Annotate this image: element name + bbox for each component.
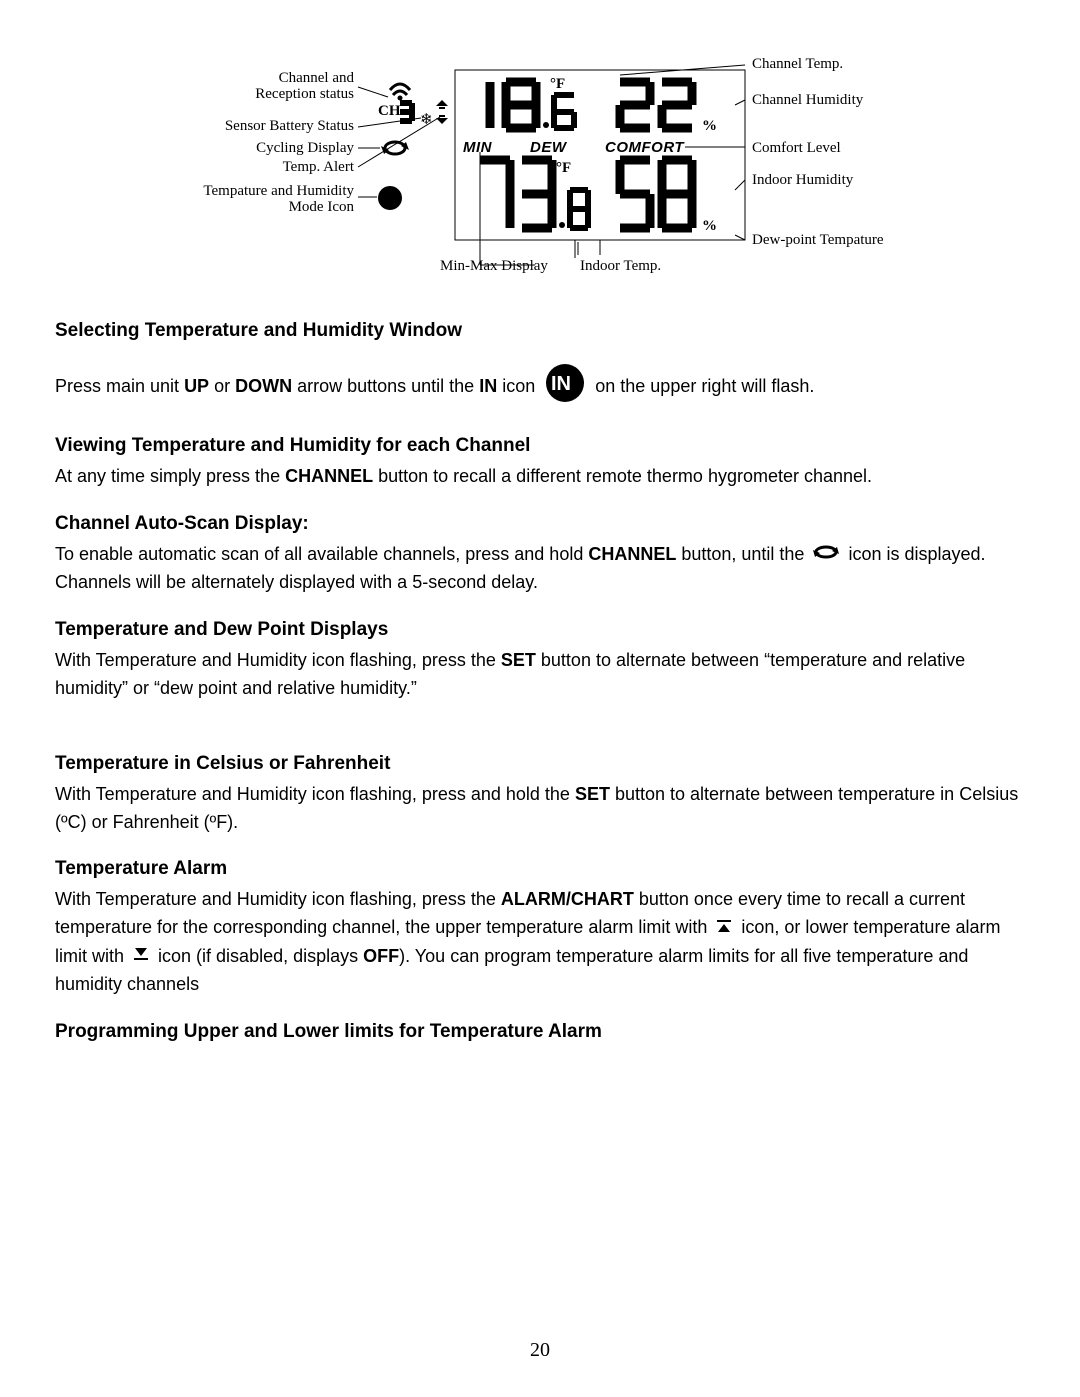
section-programming: Programming Upper and Lower limits for T… bbox=[55, 1021, 1025, 1043]
text: or bbox=[209, 376, 235, 396]
in-icon: IN bbox=[544, 362, 586, 413]
callout-temp-alert: Temp. Alert bbox=[283, 159, 355, 175]
callout-minmax: Min-Max Display bbox=[440, 258, 548, 274]
text: button to recall a different remote ther… bbox=[373, 466, 872, 486]
svg-text:IN: IN bbox=[382, 191, 399, 207]
svg-text:CH: CH bbox=[378, 103, 401, 119]
text: button, until the bbox=[676, 544, 809, 564]
lcd-layout-diagram: °F % CH ❄︎ bbox=[55, 40, 1025, 280]
section-viewing: Viewing Temperature and Humidity for eac… bbox=[55, 435, 1025, 491]
callout-channel-reception-2: Reception status bbox=[255, 86, 354, 102]
para-viewing: At any time simply press the CHANNEL but… bbox=[55, 463, 1025, 491]
section-tempalarm: Temperature Alarm With Temperature and H… bbox=[55, 858, 1025, 998]
svg-text:%: % bbox=[702, 218, 717, 234]
text: With Temperature and Humidity icon flash… bbox=[55, 889, 501, 909]
text: icon bbox=[497, 376, 540, 396]
callout-indoor-humidity: Indoor Humidity bbox=[752, 172, 854, 188]
lcd-dew-label: DEW bbox=[530, 139, 568, 156]
section-selecting: Selecting Temperature and Humidity Windo… bbox=[55, 320, 1025, 413]
text: At any time simply press the bbox=[55, 466, 285, 486]
text: arrow buttons until the bbox=[292, 376, 479, 396]
bold-down: DOWN bbox=[235, 376, 292, 396]
page-number: 20 bbox=[0, 1339, 1080, 1362]
svg-text:%: % bbox=[702, 118, 717, 134]
section-autoscan: Channel Auto-Scan Display: To enable aut… bbox=[55, 513, 1025, 597]
lcd-degF-2: °F bbox=[556, 160, 571, 176]
heading-tempalarm: Temperature Alarm bbox=[55, 858, 1025, 880]
cycle-icon bbox=[813, 541, 839, 569]
svg-text:IN: IN bbox=[551, 373, 571, 395]
upper-limit-up-icon bbox=[716, 915, 732, 943]
callout-mode-icon-2: Mode Icon bbox=[289, 199, 355, 215]
bold-set: SET bbox=[501, 650, 536, 670]
bold-channel: CHANNEL bbox=[588, 544, 676, 564]
para-tempalarm: With Temperature and Humidity icon flash… bbox=[55, 886, 1025, 998]
text: Press main unit bbox=[55, 376, 184, 396]
section-dewpoint: Temperature and Dew Point Displays With … bbox=[55, 619, 1025, 703]
bold-up: UP bbox=[184, 376, 209, 396]
text: With Temperature and Humidity icon flash… bbox=[55, 650, 501, 670]
lower-limit-down-icon bbox=[133, 943, 149, 971]
lcd-small-icons: CH ❄︎ IN bbox=[378, 84, 448, 210]
heading-dewpoint: Temperature and Dew Point Displays bbox=[55, 619, 1025, 641]
bold-channel: CHANNEL bbox=[285, 466, 373, 486]
text: With Temperature and Humidity icon flash… bbox=[55, 784, 575, 804]
heading-autoscan: Channel Auto-Scan Display: bbox=[55, 513, 1025, 535]
bold-set: SET bbox=[575, 784, 610, 804]
callout-mode-icon-1: Tempature and Humidity bbox=[203, 183, 354, 199]
text: on the upper right will flash. bbox=[595, 376, 814, 396]
callout-sensor-battery: Sensor Battery Status bbox=[225, 118, 354, 134]
para-dewpoint: With Temperature and Humidity icon flash… bbox=[55, 647, 1025, 703]
para-celsius: With Temperature and Humidity icon flash… bbox=[55, 781, 1025, 837]
lcd-degF-1: °F bbox=[550, 76, 565, 92]
bold-alarmchart: ALARM/CHART bbox=[501, 889, 634, 909]
callout-dewpoint: Dew-point Tempature bbox=[752, 232, 884, 248]
bold-in: IN bbox=[479, 376, 497, 396]
bold-off: OFF bbox=[363, 946, 399, 966]
lcd-min-label: MIN bbox=[463, 139, 493, 156]
lcd-comfort-label: COMFORT bbox=[605, 139, 685, 156]
callout-comfort-level: Comfort Level bbox=[752, 140, 841, 156]
heading-viewing: Viewing Temperature and Humidity for eac… bbox=[55, 435, 1025, 457]
callout-channel-temp: Channel Temp. bbox=[752, 56, 843, 72]
text: To enable automatic scan of all availabl… bbox=[55, 544, 588, 564]
heading-selecting: Selecting Temperature and Humidity Windo… bbox=[55, 320, 1025, 342]
callout-channel-reception-1: Channel and bbox=[279, 70, 355, 86]
callout-channel-humidity: Channel Humidity bbox=[752, 92, 864, 108]
heading-celsius: Temperature in Celsius or Fahrenheit bbox=[55, 753, 1025, 775]
heading-programming: Programming Upper and Lower limits for T… bbox=[55, 1021, 1025, 1043]
callout-indoor-temp: Indoor Temp. bbox=[580, 258, 661, 274]
para-selecting: Press main unit UP or DOWN arrow buttons… bbox=[55, 362, 1025, 413]
callout-cycling: Cycling Display bbox=[256, 140, 354, 156]
section-celsius: Temperature in Celsius or Fahrenheit Wit… bbox=[55, 753, 1025, 837]
text: icon (if disabled, displays bbox=[158, 946, 363, 966]
para-autoscan: To enable automatic scan of all availabl… bbox=[55, 541, 1025, 597]
